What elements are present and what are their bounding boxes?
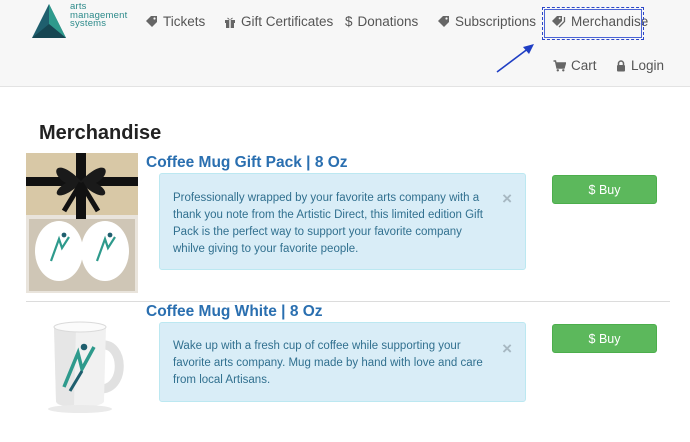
buy-button[interactable]: $ Buy bbox=[552, 324, 657, 353]
nav-subscriptions-label: Subscriptions bbox=[455, 14, 537, 29]
product-divider bbox=[26, 301, 670, 302]
product-title[interactable]: Coffee Mug White | 8 Oz bbox=[146, 303, 323, 321]
nav-donations[interactable]: $ Donations bbox=[345, 14, 418, 29]
nav-tickets-label: Tickets bbox=[163, 14, 206, 29]
logo-mark-icon bbox=[32, 4, 66, 38]
product-image-gift-pack[interactable] bbox=[26, 153, 138, 293]
lock-icon bbox=[617, 59, 625, 71]
buy-button[interactable]: $ Buy bbox=[552, 175, 657, 204]
nav-login-label: Login bbox=[631, 58, 665, 73]
nav-login[interactable]: Login bbox=[616, 58, 664, 73]
brand-logo[interactable]: arts management systems bbox=[30, 2, 140, 40]
tag-icon bbox=[438, 16, 449, 27]
product-image-white-mug[interactable] bbox=[26, 313, 138, 417]
tag-icon bbox=[146, 16, 157, 27]
white-mug-image bbox=[26, 313, 138, 417]
product-title[interactable]: Coffee Mug Gift Pack | 8 Oz bbox=[146, 154, 348, 172]
nav-donations-label: Donations bbox=[357, 14, 419, 29]
close-icon[interactable]: × bbox=[502, 340, 512, 357]
dollar-icon: $ bbox=[345, 14, 353, 29]
nav-cart-label: Cart bbox=[571, 58, 597, 73]
brand-name: arts management systems bbox=[70, 2, 127, 29]
mug-gift-pack-image bbox=[26, 153, 138, 293]
close-icon[interactable]: × bbox=[502, 190, 512, 207]
product-description-alert: Professionally wrapped by your favorite … bbox=[159, 173, 526, 270]
product-description: Professionally wrapped by your favorite … bbox=[173, 192, 483, 255]
product-description: Wake up with a fresh cup of coffee while… bbox=[173, 340, 483, 386]
nav-cart[interactable]: Cart bbox=[553, 58, 597, 73]
annotation-highlight-box bbox=[542, 7, 644, 40]
product-description-alert: Wake up with a fresh cup of coffee while… bbox=[159, 322, 526, 402]
gift-icon bbox=[225, 17, 235, 28]
cart-icon bbox=[553, 59, 566, 71]
brand-line-3: systems bbox=[70, 18, 107, 29]
annotation-arrow-icon bbox=[496, 44, 534, 73]
nav-gift-certificates[interactable]: Gift Certificates bbox=[224, 14, 333, 29]
page-title: Merchandise bbox=[39, 122, 162, 144]
nav-tickets[interactable]: Tickets bbox=[145, 14, 205, 29]
nav-gift-label: Gift Certificates bbox=[241, 14, 334, 29]
nav-subscriptions[interactable]: Subscriptions bbox=[437, 14, 536, 29]
